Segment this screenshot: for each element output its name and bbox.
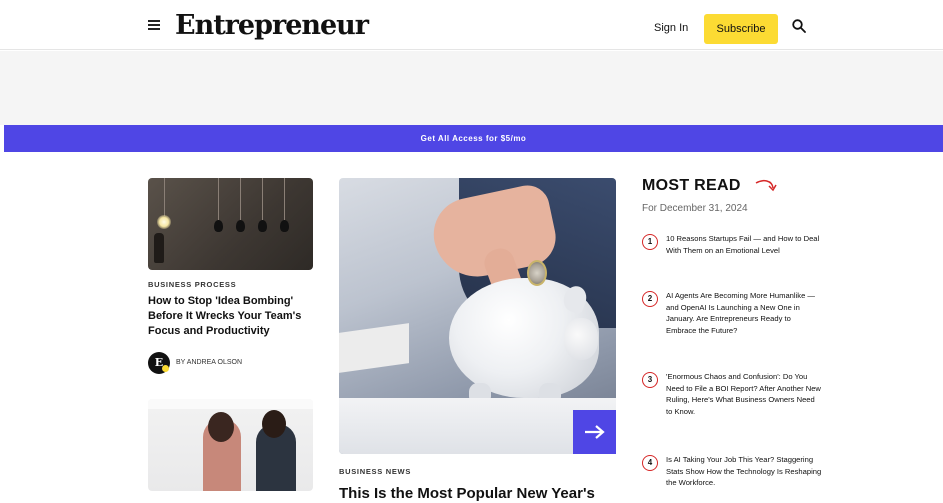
site-logo[interactable]: Entrepreneur	[175, 10, 369, 41]
article-title[interactable]: How to Stop 'Idea Bombing' Before It Wre…	[148, 294, 313, 339]
all-access-promo-bar[interactable]: Get All Access for $5/mo	[4, 125, 943, 152]
swoosh-arrow-icon	[755, 179, 777, 192]
search-icon[interactable]	[792, 19, 806, 33]
article-thumbnail-colleagues[interactable]	[148, 399, 313, 491]
article-thumbnail-lightbulbs[interactable]	[148, 178, 313, 270]
ad-placeholder	[0, 51, 943, 125]
article-category[interactable]: BUSINESS PROCESS	[148, 280, 236, 289]
menu-icon[interactable]	[148, 20, 160, 30]
subscribe-button[interactable]: Subscribe	[704, 14, 778, 44]
rank-badge: 3	[642, 372, 658, 388]
most-read-date: For December 31, 2024	[642, 203, 748, 214]
rank-badge: 4	[642, 455, 658, 471]
feature-title[interactable]: This Is the Most Popular New Year's	[339, 485, 629, 502]
most-read-link[interactable]: 10 Reasons Startups Fail — and How to De…	[666, 233, 822, 256]
author-avatar[interactable]: E	[148, 352, 170, 374]
next-arrow-button[interactable]	[573, 410, 616, 454]
rank-badge: 2	[642, 291, 658, 307]
sign-in-link[interactable]: Sign In	[654, 22, 688, 34]
site-header: Entrepreneur Sign In Subscribe	[0, 0, 943, 50]
rank-badge: 1	[642, 234, 658, 250]
arrow-right-icon	[585, 425, 605, 439]
most-read-link[interactable]: Is AI Taking Your Job This Year? Stagger…	[666, 454, 822, 489]
article-author[interactable]: BY ANDREA OLSON	[176, 359, 242, 366]
most-read-link[interactable]: AI Agents Are Becoming More Humanlike — …	[666, 290, 822, 336]
most-read-heading: MOST READ	[642, 177, 741, 194]
most-read-link[interactable]: 'Enormous Chaos and Confusion': Do You N…	[666, 371, 822, 417]
feature-category[interactable]: BUSINESS NEWS	[339, 467, 411, 476]
